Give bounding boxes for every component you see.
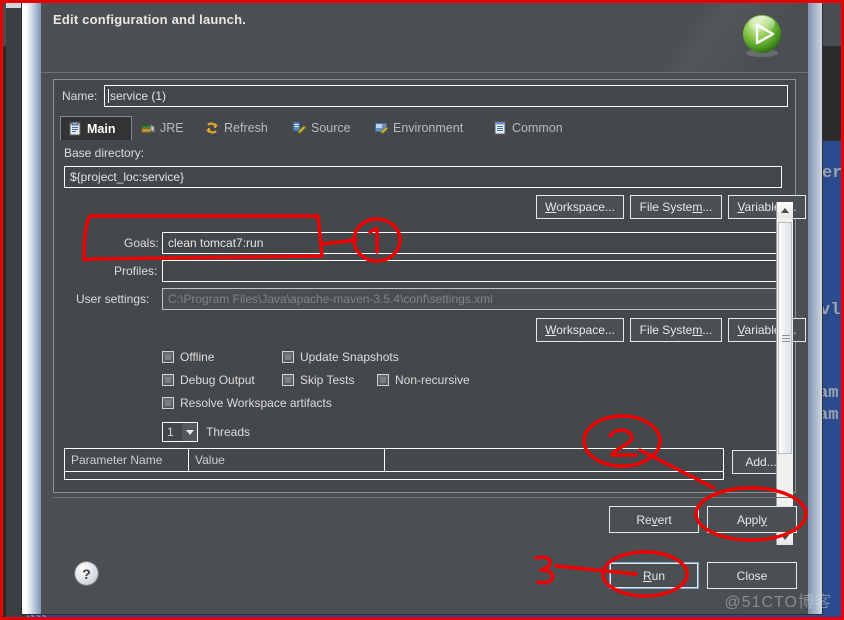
base-dir-workspace-button[interactable]: Workspace... (536, 195, 624, 219)
checkbox-debug-output-label: Debug Output (180, 373, 255, 387)
jre-books-icon (141, 121, 155, 135)
checkbox-non-recursive[interactable]: Non-recursive (377, 373, 470, 387)
tab-main-label: Main (87, 122, 116, 136)
close-button[interactable]: Close (707, 562, 797, 589)
green-run-play-icon (738, 12, 786, 60)
parameter-table[interactable]: Parameter Name Value (64, 448, 724, 480)
column-extra (385, 449, 723, 471)
user-settings-input[interactable]: C:\Program Files\Java\apache-maven-3.5.4… (162, 288, 782, 310)
checkbox-offline-label: Offline (180, 350, 215, 364)
edit-configuration-dialog: Edit configuration and launch. Name: ser… (22, 2, 822, 614)
dialog-header: Edit configuration and launch. (41, 2, 808, 73)
checkbox-debug-output[interactable]: Debug Output (162, 373, 255, 387)
tab-refresh[interactable]: Refresh (198, 116, 283, 140)
editor-fragment-2: vl (820, 301, 841, 320)
checkbox-update-snapshots[interactable]: Update Snapshots (282, 350, 399, 364)
close-button-label: Close (736, 568, 768, 583)
checkbox-non-recursive-box[interactable] (377, 374, 389, 386)
base-dir-filesystem-button[interactable]: File System... (630, 195, 722, 219)
dialog-content-panel: Name: service (1) Main JRE Refresh Sourc… (53, 79, 806, 545)
apply-button[interactable]: Apply (707, 506, 797, 533)
profiles-input[interactable] (162, 260, 782, 282)
goals-value: clean tomcat7:run (168, 236, 264, 250)
checkbox-non-recursive-label: Non-recursive (395, 373, 470, 387)
tab-source[interactable]: Source (285, 116, 365, 140)
question-mark-help-icon[interactable]: ? (75, 562, 98, 585)
name-row: Name: service (1) (54, 80, 795, 114)
checkbox-skip-tests-box[interactable] (282, 374, 294, 386)
watermark: @51CTO博客 (724, 594, 832, 611)
refresh-arrows-icon (205, 121, 219, 135)
tab-environment[interactable]: Environment (367, 116, 484, 140)
source-edit-icon (292, 121, 307, 135)
checkbox-offline-box[interactable] (162, 351, 174, 363)
name-input-caret (108, 89, 109, 103)
user-settings-value: C:\Program Files\Java\apache-maven-3.5.4… (168, 292, 493, 306)
common-list-icon (493, 121, 507, 135)
threads-combobox[interactable]: 1 (162, 422, 198, 442)
base-directory-label: Base directory: (64, 146, 145, 160)
user-settings-filesystem-button[interactable]: File System... (630, 318, 722, 342)
checkbox-resolve-workspace-artifacts-label: Resolve Workspace artifacts (180, 396, 332, 410)
goals-label: Goals: (124, 236, 159, 250)
tab-main[interactable]: Main (60, 116, 132, 141)
scrollbar-grip-icon (782, 335, 790, 343)
name-input[interactable]: service (1) (104, 85, 788, 107)
name-input-value: service (1) (110, 89, 167, 103)
dialog-body: Edit configuration and launch. Name: ser… (41, 2, 808, 614)
base-directory-input[interactable]: ${project_loc:service} (64, 166, 782, 188)
run-button[interactable]: Run (609, 562, 699, 589)
main-tab-scrollbar[interactable] (776, 202, 793, 545)
tab-source-label: Source (311, 121, 351, 135)
environment-icon (374, 121, 389, 135)
checkbox-debug-output-box[interactable] (162, 374, 174, 386)
tab-common-label: Common (512, 121, 563, 135)
tab-environment-label: Environment (393, 121, 464, 135)
dialog-footer: ? Run Close (53, 543, 797, 595)
base-dir-variables-button[interactable]: Variables... (728, 195, 806, 219)
threads-value: 1 (167, 425, 174, 439)
checkbox-update-snapshots-box[interactable] (282, 351, 294, 363)
add-parameter-label: Add... (745, 455, 777, 469)
goals-input[interactable]: clean tomcat7:run (162, 232, 782, 254)
scroll-up-arrow-icon[interactable] (777, 202, 793, 218)
tab-jre[interactable]: JRE (134, 116, 196, 140)
base-directory-value: ${project_loc:service} (70, 170, 185, 184)
chevron-down-icon[interactable] (182, 423, 197, 441)
profiles-label: Profiles: (114, 264, 158, 278)
checkbox-skip-tests[interactable]: Skip Tests (282, 373, 354, 387)
checkbox-update-snapshots-label: Update Snapshots (300, 350, 399, 364)
checkbox-skip-tests-label: Skip Tests (300, 373, 355, 387)
tab-refresh-label: Refresh (224, 121, 268, 135)
column-parameter-name: Parameter Name (65, 449, 189, 471)
checkbox-offline[interactable]: Offline (162, 350, 214, 364)
name-label: Name: (62, 89, 98, 103)
screenshot-root: er vl am am 20 </web-app> Edit configu (0, 0, 844, 620)
dialog-left-glass-border (27, 2, 41, 614)
parameter-table-row-separator (65, 471, 723, 472)
tab-jre-label: JRE (160, 121, 184, 135)
tab-common[interactable]: Common (486, 116, 574, 140)
checkbox-resolve-workspace-artifacts-box[interactable] (162, 397, 174, 409)
main-config-icon (68, 121, 82, 136)
editor-fragment-1: er (822, 164, 843, 183)
dialog-right-glass-border (808, 2, 822, 614)
main-tab-page: Base directory: ${project_loc:service} W… (54, 140, 806, 545)
user-settings-label: User settings: (76, 292, 150, 306)
dialog-title: Edit configuration and launch. (53, 12, 247, 27)
scrollbar-thumb[interactable] (778, 222, 792, 454)
checkbox-resolve-workspace-artifacts[interactable]: Resolve Workspace artifacts (162, 396, 332, 410)
user-settings-workspace-button[interactable]: Workspace... (536, 318, 624, 342)
user-settings-variables-button[interactable]: Variables... (728, 318, 806, 342)
column-value: Value (189, 449, 385, 471)
threads-label: Threads (206, 425, 251, 439)
parameter-table-header: Parameter Name Value (65, 449, 723, 471)
apply-revert-strip: Revert Apply (53, 497, 797, 540)
revert-button[interactable]: Revert (609, 506, 699, 533)
tab-bar: Main JRE Refresh Source Environment Comm… (54, 116, 795, 141)
